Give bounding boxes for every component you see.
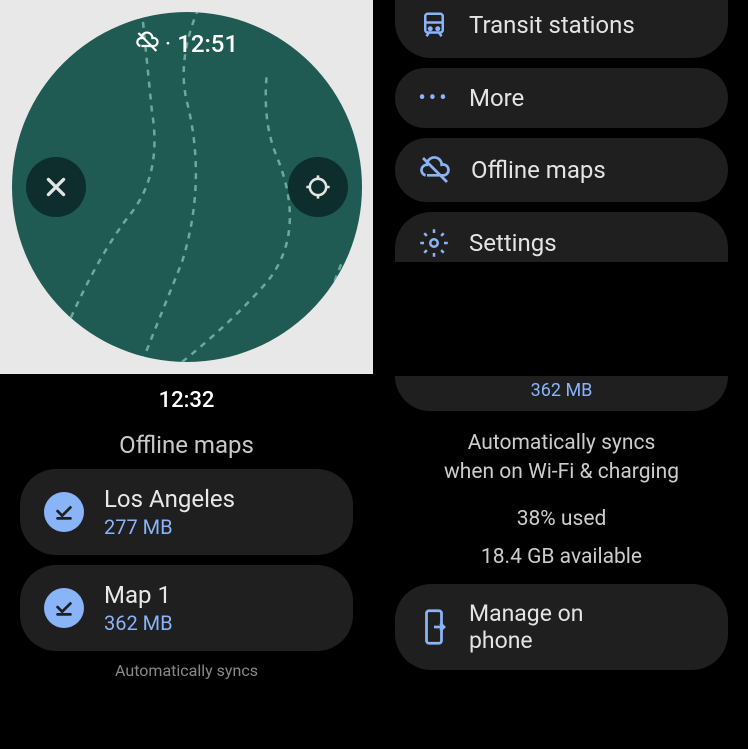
menu-label: Settings xyxy=(469,229,557,257)
cloud-off-icon xyxy=(419,154,451,186)
map-item-text: Los Angeles 277 MB xyxy=(104,485,235,539)
storage-stats: 38% used 18.4 GB available xyxy=(375,505,748,572)
locate-icon xyxy=(304,173,332,201)
more-icon: ••• xyxy=(419,86,449,111)
locate-button[interactable] xyxy=(288,157,348,217)
menu-label: More xyxy=(469,84,524,112)
map-name: Los Angeles xyxy=(104,485,235,513)
close-button[interactable] xyxy=(26,157,86,217)
map-name: Map 1 xyxy=(104,581,173,609)
manage-line-2: phone xyxy=(469,627,583,654)
storage-available: 18.4 GB available xyxy=(375,543,748,572)
downloaded-icon xyxy=(44,588,84,628)
sync-line-2: when on Wi-Fi & charging xyxy=(383,458,740,487)
map-size: 362 MB xyxy=(531,380,593,401)
menu-label: Offline maps xyxy=(471,156,606,184)
offline-map-item[interactable]: Map 1 362 MB xyxy=(20,565,353,651)
manage-line-1: Manage on xyxy=(469,600,583,627)
transit-icon xyxy=(419,10,449,40)
panel-map-view: · 12:51 xyxy=(0,0,373,374)
phone-export-icon xyxy=(419,608,449,646)
manage-on-phone-button[interactable]: Manage on phone xyxy=(395,584,728,670)
menu-item-settings[interactable]: Settings xyxy=(395,212,728,262)
manage-label-wrap: Manage on phone xyxy=(469,600,583,654)
sync-description: Automatically syncs when on Wi-Fi & char… xyxy=(383,429,740,488)
watch-face-container: · 12:51 xyxy=(0,0,373,374)
sync-line-1: Automatically syncs xyxy=(383,429,740,458)
map-size: 362 MB xyxy=(104,611,173,635)
status-bar: · 12:51 xyxy=(135,30,238,58)
downloaded-icon xyxy=(44,492,84,532)
status-dot: · xyxy=(165,30,171,58)
map-size: 277 MB xyxy=(104,515,235,539)
gear-icon xyxy=(419,228,449,258)
panel-menu-list: Transit stations ••• More Offline maps S… xyxy=(375,0,748,374)
panel-offline-maps-list: 12:32 Offline maps Los Angeles 277 MB Ma… xyxy=(0,376,373,749)
offline-cloud-icon xyxy=(135,30,159,58)
status-time: 12:32 xyxy=(0,388,373,413)
map-item-text: Map 1 362 MB xyxy=(104,581,173,635)
menu-item-more[interactable]: ••• More xyxy=(395,68,728,128)
menu-item-offline-maps[interactable]: Offline maps xyxy=(395,138,728,202)
menu-label: Transit stations xyxy=(469,11,635,39)
page-title: Offline maps xyxy=(0,431,373,459)
panel-storage-info: 362 MB Automatically syncs when on Wi-Fi… xyxy=(375,376,748,749)
map-watch-face[interactable]: · 12:51 xyxy=(12,12,362,362)
status-time: 12:51 xyxy=(177,30,238,58)
sync-note: Automatically syncs xyxy=(0,661,373,680)
storage-used: 38% used xyxy=(375,505,748,534)
offline-map-item[interactable]: Los Angeles 277 MB xyxy=(20,469,353,555)
top-map-peek[interactable]: 362 MB xyxy=(395,376,728,411)
menu-item-transit[interactable]: Transit stations xyxy=(395,0,728,58)
close-icon xyxy=(43,174,69,200)
